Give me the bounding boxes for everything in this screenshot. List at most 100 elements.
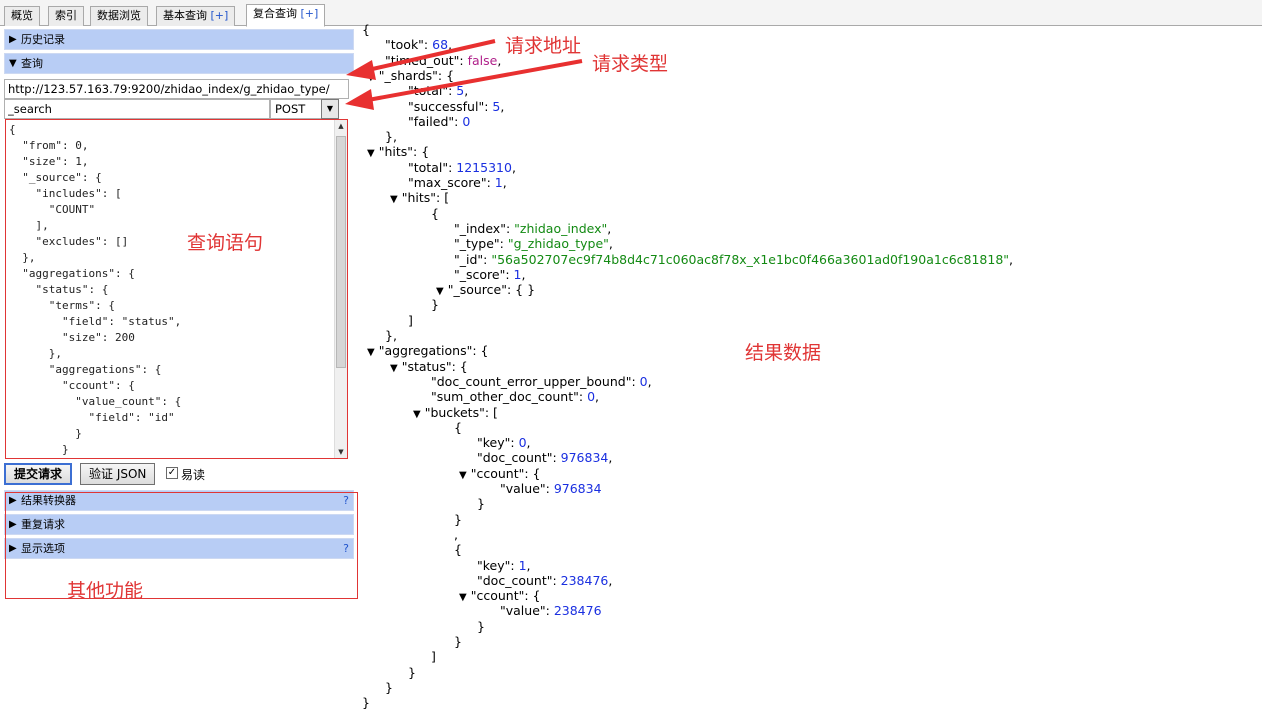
other-functions-annotation: 其他功能 — [67, 580, 144, 602]
json-key-text: , — [511, 159, 516, 175]
validate-json-button[interactable]: 验证 JSON — [80, 463, 156, 485]
json-line: , — [454, 527, 458, 542]
json-value: 238476 — [553, 603, 602, 619]
json-value: 0 — [518, 435, 527, 451]
json-line: { — [454, 420, 462, 435]
scroll-up-icon[interactable]: ▲ — [335, 120, 347, 132]
chevron-down-icon[interactable]: ▼ — [321, 99, 339, 119]
tab-basic-query[interactable]: 基本查询 [+] — [156, 6, 236, 26]
method-value: POST — [275, 102, 306, 116]
json-line: } — [477, 619, 485, 634]
expand-triangle-icon[interactable]: ▼ — [390, 363, 398, 374]
easy-read-checkbox[interactable]: ✓ — [166, 467, 178, 479]
json-line: "doc_count": 976834, — [477, 450, 612, 465]
json-key-text: } — [454, 634, 462, 649]
expand-triangle-icon[interactable]: ▼ — [459, 470, 467, 481]
tab-label: 复合查询 — [253, 7, 297, 20]
expand-triangle-icon[interactable]: ▼ — [367, 72, 375, 83]
expand-triangle-icon[interactable]: ▼ — [367, 148, 375, 159]
expand-triangle-icon[interactable]: ▼ — [413, 409, 421, 420]
scroll-down-icon[interactable]: ▼ — [335, 446, 347, 458]
json-key-text: }, — [385, 129, 397, 145]
query-editor-text[interactable]: { "from": 0, "size": 1, "_source": { "in… — [6, 120, 347, 458]
json-line: "_score": 1, — [454, 267, 525, 282]
editor-scrollbar[interactable]: ▲ ▼ — [334, 120, 347, 458]
json-key-text: , — [595, 389, 600, 405]
submit-request-button[interactable]: 提交请求 — [4, 463, 73, 485]
json-line: "took": 68, — [385, 37, 452, 52]
path-input[interactable] — [4, 99, 270, 119]
json-key-text: "ccount": { — [470, 465, 541, 481]
json-key-text: { — [362, 22, 370, 37]
json-key-text: } — [431, 297, 439, 313]
json-line: ] — [408, 313, 413, 328]
easy-read-label: 易读 — [181, 468, 206, 482]
json-key-text: , — [500, 98, 505, 114]
json-line: { — [362, 22, 370, 37]
json-line: "failed": 0 — [408, 114, 470, 129]
json-key-text: "doc_count": — [477, 450, 561, 466]
expanded-triangle-icon: ▼ — [9, 58, 17, 69]
json-key-text: "ccount": { — [470, 588, 541, 604]
json-line: }, — [385, 328, 397, 343]
json-value: 0 — [462, 113, 471, 129]
tab-indices[interactable]: 索引 — [48, 6, 84, 26]
expand-triangle-icon[interactable]: ▼ — [436, 286, 444, 297]
json-key-text: "value": — [500, 603, 554, 619]
json-key-text: , — [502, 175, 507, 190]
json-key-text: , — [526, 435, 531, 451]
json-value: 68 — [432, 37, 449, 53]
json-key-text: "total": — [408, 159, 457, 175]
json-key-text: "aggregations": { — [378, 343, 489, 359]
history-label: 历史记录 — [21, 33, 65, 46]
json-key-text: "doc_count_error_upper_bound": — [431, 373, 640, 389]
json-key-text: , — [497, 52, 502, 68]
json-collapsible-line[interactable]: ▼ "hits": [ — [390, 190, 449, 207]
json-key-text: "total": — [408, 83, 457, 99]
tab-browser[interactable]: 数据浏览 — [90, 6, 148, 26]
json-key-text: }, — [385, 328, 397, 343]
json-value: 0 — [587, 389, 596, 405]
json-key-text: } — [454, 511, 462, 527]
url-input[interactable] — [4, 79, 349, 99]
json-key-text: , — [608, 572, 613, 588]
json-collapsible-line[interactable]: ▼ "_source": { } — [436, 282, 535, 299]
json-line: } — [431, 297, 439, 312]
json-value: 238476 — [560, 572, 609, 588]
json-line: } — [408, 665, 416, 680]
json-key-text: "sum_other_doc_count": — [431, 389, 588, 405]
json-key-text: , — [448, 37, 453, 53]
json-line: } — [385, 680, 393, 695]
expand-triangle-icon[interactable]: ▼ — [459, 592, 467, 603]
json-key-text: "buckets": [ — [424, 404, 498, 420]
tab-compound-query[interactable]: 复合查询 [+] — [246, 4, 326, 27]
query-statement-annotation: 查询语句 — [187, 232, 264, 254]
json-line: "doc_count_error_upper_bound": 0, — [431, 374, 652, 389]
json-key-text: "key": — [477, 557, 519, 573]
json-key-text: { — [431, 205, 439, 221]
json-key-text: "_shards": { — [378, 67, 455, 83]
query-section-header[interactable]: ▼ 查询 — [4, 53, 354, 74]
result-json-view: {"took": 68, "timed_out": false, ▼ "_shards… — [362, 22, 1262, 710]
json-line: }, — [385, 129, 397, 144]
query-editor[interactable]: { "from": 0, "size": 1, "_source": { "in… — [5, 119, 348, 459]
json-key-text: "key": — [477, 435, 519, 451]
history-section-header[interactable]: ▶ 历史记录 — [4, 29, 354, 50]
json-key-text: { — [454, 419, 462, 435]
query-label: 查询 — [21, 57, 43, 70]
json-line: "value": 976834 — [500, 481, 602, 496]
json-key-text: "successful": — [408, 98, 493, 114]
json-key-text: , — [607, 220, 612, 236]
json-key-text: , — [608, 450, 613, 466]
scrollbar-thumb[interactable] — [336, 136, 346, 368]
json-value: false — [467, 52, 498, 68]
json-key-text: } — [385, 679, 393, 695]
tab-overview[interactable]: 概览 — [4, 6, 40, 26]
expand-triangle-icon[interactable]: ▼ — [390, 194, 398, 205]
tab-label: 索引 — [55, 9, 77, 22]
json-key-text: "value": — [500, 481, 554, 496]
json-line: "_type": "g_zhidao_type", — [454, 236, 613, 251]
json-line: ] — [431, 649, 436, 664]
expand-triangle-icon[interactable]: ▼ — [367, 347, 375, 358]
json-key-text: "_source": { } — [447, 282, 536, 298]
